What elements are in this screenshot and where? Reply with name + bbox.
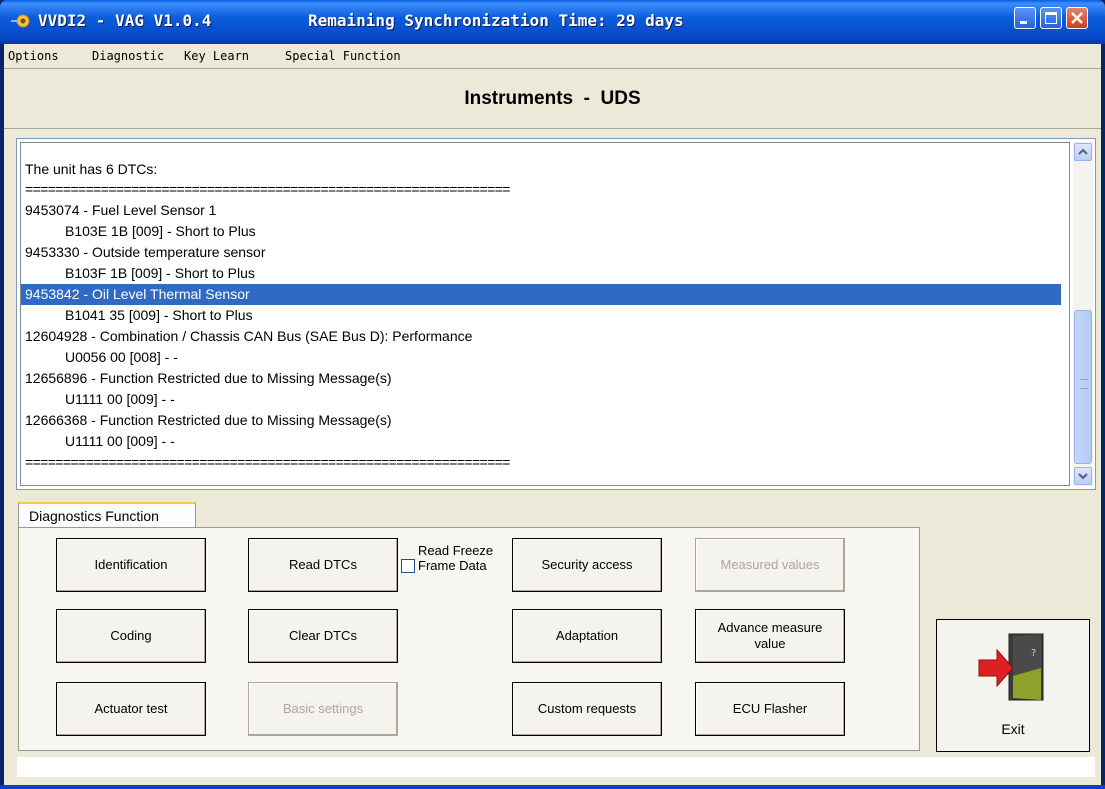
chevron-up-icon: [1078, 148, 1088, 155]
client-area: Options Diagnostic Key Learn Special Fun…: [4, 44, 1101, 785]
maximize-icon: [1045, 12, 1057, 24]
advance-measure-value-button[interactable]: Advance measure value: [695, 609, 845, 663]
adaptation-button[interactable]: Adaptation: [512, 609, 662, 663]
clear-dtcs-button[interactable]: Clear DTCs: [248, 609, 398, 663]
menu-key-learn[interactable]: Key Learn: [184, 49, 249, 63]
security-access-button[interactable]: Security access: [512, 538, 662, 592]
vertical-scrollbar[interactable]: [1073, 142, 1093, 486]
output-line[interactable]: U1111 00 [009] - -: [65, 389, 175, 410]
ecu-flasher-button[interactable]: ECU Flasher: [695, 682, 845, 736]
measured-values-button[interactable]: Measured values: [695, 538, 845, 592]
scroll-down-button[interactable]: [1074, 467, 1092, 485]
scroll-thumb[interactable]: [1074, 310, 1092, 464]
read-freeze-frame-label: Read Freeze Frame Data: [418, 543, 494, 573]
svg-text:?: ?: [1031, 648, 1036, 659]
maximize-button[interactable]: [1040, 7, 1062, 29]
output-separator: ========================================…: [25, 454, 510, 470]
output-line[interactable]: B103E 1B [009] - Short to Plus: [65, 221, 256, 242]
exit-button[interactable]: ? Exit: [936, 619, 1090, 752]
dtc-text-area[interactable]: The unit has 6 DTCs: ===================…: [20, 142, 1070, 486]
app-window: VVDI2 - VAG V1.0.4 Remaining Synchroniza…: [0, 0, 1105, 789]
exit-label: Exit: [1001, 721, 1025, 737]
coding-button[interactable]: Coding: [56, 609, 206, 663]
menu-options[interactable]: Options: [8, 49, 59, 63]
grip-icon: [1080, 379, 1088, 389]
output-line[interactable]: 9453330 - Outside temperature sensor: [25, 242, 265, 263]
page-title: Instruments - UDS: [464, 88, 641, 109]
menu-bar: Options Diagnostic Key Learn Special Fun…: [4, 44, 1101, 69]
scroll-up-button[interactable]: [1074, 143, 1092, 161]
minimize-button[interactable]: [1014, 7, 1036, 29]
close-button[interactable]: [1066, 7, 1088, 29]
header-divider: [4, 128, 1101, 129]
exit-door-icon: ?: [978, 633, 1044, 701]
window-title: VVDI2 - VAG V1.0.4: [38, 11, 212, 30]
close-icon: [1071, 12, 1083, 24]
minimize-icon: [1020, 21, 1027, 24]
app-logo-icon: [11, 14, 30, 28]
status-bar: [16, 756, 1096, 778]
output-line[interactable]: U1111 00 [009] - -: [65, 431, 175, 452]
output-line[interactable]: B1041 35 [009] - Short to Plus: [65, 305, 253, 326]
actuator-test-button[interactable]: Actuator test: [56, 682, 206, 736]
tab-diagnostics-function[interactable]: Diagnostics Function: [18, 502, 196, 528]
chevron-down-icon: [1078, 473, 1088, 480]
title-bar[interactable]: VVDI2 - VAG V1.0.4 Remaining Synchroniza…: [0, 0, 1105, 44]
menu-diagnostic[interactable]: Diagnostic: [92, 49, 164, 63]
output-line-selected[interactable]: 9453842 - Oil Level Thermal Sensor: [21, 284, 1061, 305]
menu-special-function[interactable]: Special Function: [285, 49, 401, 63]
identification-button[interactable]: Identification: [56, 538, 206, 592]
output-line[interactable]: 9453074 - Fuel Level Sensor 1: [25, 200, 216, 221]
output-line[interactable]: 12666368 - Function Restricted due to Mi…: [25, 410, 392, 431]
read-dtcs-button[interactable]: Read DTCs: [248, 538, 398, 592]
output-line: The unit has 6 DTCs:: [25, 161, 158, 177]
custom-requests-button[interactable]: Custom requests: [512, 682, 662, 736]
tab-label: Diagnostics Function: [29, 508, 159, 524]
window-bottom-border: [0, 785, 1105, 789]
dtc-output-box[interactable]: The unit has 6 DTCs: ===================…: [16, 138, 1096, 490]
output-line[interactable]: 12604928 - Combination / Chassis CAN Bus…: [25, 326, 472, 347]
read-freeze-frame-checkbox[interactable]: [401, 559, 415, 573]
output-separator: ========================================…: [25, 181, 510, 197]
output-line[interactable]: U0056 00 [008] - -: [65, 347, 178, 368]
output-line[interactable]: B103F 1B [009] - Short to Plus: [65, 263, 255, 284]
basic-settings-button[interactable]: Basic settings: [248, 682, 398, 736]
sync-status: Remaining Synchronization Time: 29 days: [308, 11, 684, 30]
output-line[interactable]: 12656896 - Function Restricted due to Mi…: [25, 368, 392, 389]
